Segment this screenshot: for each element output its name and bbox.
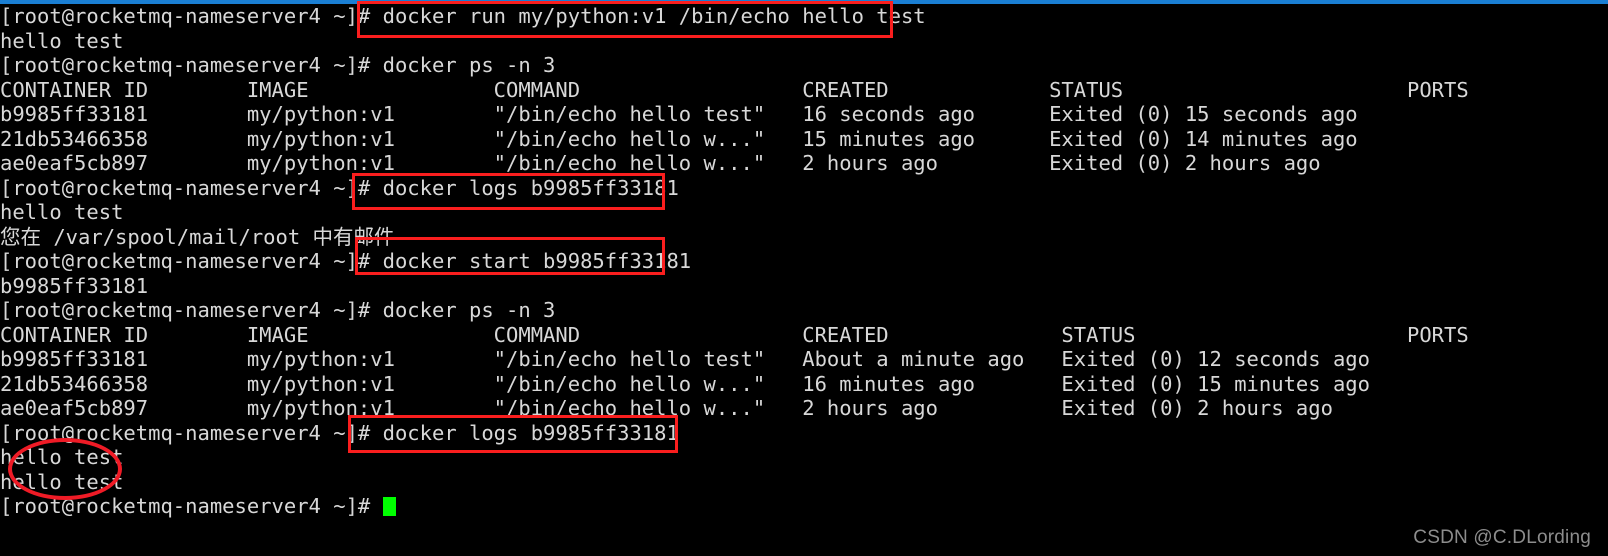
terminal-line-text: ae0eaf5cb897 my/python:v1 "/bin/echo hel…: [0, 396, 1333, 420]
terminal-line: ae0eaf5cb897 my/python:v1 "/bin/echo hel…: [0, 151, 1608, 176]
terminal-line: [root@rocketmq-nameserver4 ~]#: [0, 494, 1608, 519]
terminal-line: [root@rocketmq-nameserver4 ~]# docker ru…: [0, 4, 1608, 29]
terminal-line-text: [root@rocketmq-nameserver4 ~]# docker lo…: [0, 175, 679, 200]
terminal-line-text: hello test: [0, 200, 124, 224]
terminal-line: hello test: [0, 445, 1608, 470]
terminal-line-text: hello test: [0, 28, 124, 53]
terminal-line-text: hello test: [0, 445, 124, 469]
terminal-line-text: [root@rocketmq-nameserver4 ~]# docker ps…: [0, 298, 556, 322]
terminal-line-text: CONTAINER ID IMAGE COMMAND CREATED STATU…: [0, 322, 1469, 347]
terminal-line: [root@rocketmq-nameserver4 ~]# docker lo…: [0, 176, 1608, 201]
terminal-line: [root@rocketmq-nameserver4 ~]# docker ps…: [0, 53, 1608, 78]
terminal-line: b9985ff33181: [0, 274, 1608, 299]
terminal-line-text: CONTAINER ID IMAGE COMMAND CREATED STATU…: [0, 77, 1608, 102]
terminal-line: [root@rocketmq-nameserver4 ~]# docker st…: [0, 249, 1608, 274]
terminal-line: [root@rocketmq-nameserver4 ~]# docker ps…: [0, 298, 1608, 323]
terminal-cursor: [382, 497, 396, 516]
terminal-line: CONTAINER ID IMAGE COMMAND CREATED STATU…: [0, 78, 1608, 103]
terminal-line-text: [root@rocketmq-nameserver4 ~]# docker lo…: [0, 420, 679, 445]
terminal-line-text: 您在 /var/spool/mail/root 中有邮件: [0, 224, 395, 249]
terminal-line-text: hello test: [0, 469, 124, 494]
terminal-output[interactable]: [root@rocketmq-nameserver4 ~]# docker ru…: [0, 4, 1608, 556]
terminal-line: ae0eaf5cb897 my/python:v1 "/bin/echo hel…: [0, 396, 1608, 421]
terminal-line-text: 21db53466358 my/python:v1 "/bin/echo hel…: [0, 126, 1608, 151]
terminal-line-text: b9985ff33181: [0, 273, 149, 298]
terminal-line-text: [root@rocketmq-nameserver4 ~]# docker ru…: [0, 4, 926, 28]
terminal-line-text: b9985ff33181 my/python:v1 "/bin/echo hel…: [0, 102, 1608, 126]
terminal-line-text: b9985ff33181 my/python:v1 "/bin/echo hel…: [0, 347, 1370, 371]
terminal-line: CONTAINER ID IMAGE COMMAND CREATED STATU…: [0, 323, 1608, 348]
terminal-line: 21db53466358 my/python:v1 "/bin/echo hel…: [0, 372, 1608, 397]
terminal-line: 21db53466358 my/python:v1 "/bin/echo hel…: [0, 127, 1608, 152]
terminal-line: [root@rocketmq-nameserver4 ~]# docker lo…: [0, 421, 1608, 446]
terminal-line: b9985ff33181 my/python:v1 "/bin/echo hel…: [0, 347, 1608, 372]
watermark: CSDN @C.DLording: [1413, 527, 1591, 548]
terminal-line-text: ae0eaf5cb897 my/python:v1 "/bin/echo hel…: [0, 151, 1608, 175]
terminal-line-text: [root@rocketmq-nameserver4 ~]#: [0, 494, 383, 518]
terminal-line-text: 21db53466358 my/python:v1 "/bin/echo hel…: [0, 371, 1370, 396]
terminal-line: b9985ff33181 my/python:v1 "/bin/echo hel…: [0, 102, 1608, 127]
terminal-line: hello test: [0, 470, 1608, 495]
terminal-line: hello test: [0, 200, 1608, 225]
terminal-line: 您在 /var/spool/mail/root 中有邮件: [0, 225, 1608, 250]
terminal-line: hello test: [0, 29, 1608, 54]
terminal-line-text: [root@rocketmq-nameserver4 ~]# docker st…: [0, 249, 692, 273]
terminal-line-text: [root@rocketmq-nameserver4 ~]# docker ps…: [0, 53, 556, 77]
